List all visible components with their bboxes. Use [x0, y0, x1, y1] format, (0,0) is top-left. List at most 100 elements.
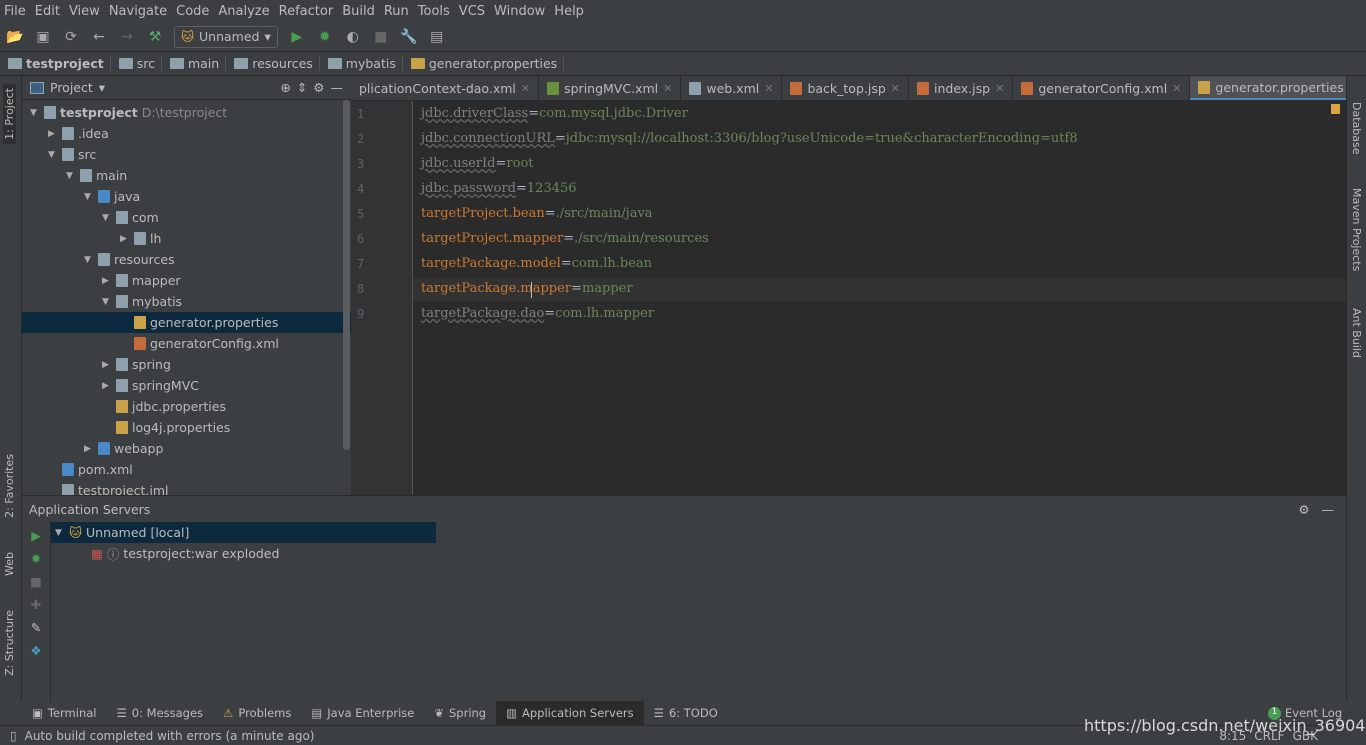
tree-item[interactable]: generator.properties — [22, 312, 351, 333]
tab-application-servers[interactable]: ▥ Application Servers — [496, 701, 644, 725]
tab-maven-projects[interactable]: Maven Projects — [1350, 188, 1363, 271]
hide-icon[interactable]: — — [331, 80, 344, 95]
expand-arrow[interactable]: ▼ — [48, 150, 58, 160]
tab-problems[interactable]: ⚠ Problems — [213, 701, 301, 725]
debug-icon[interactable]: ✹ — [31, 551, 41, 566]
menu-analyze[interactable]: Analyze — [218, 4, 269, 19]
expand-arrow[interactable]: ▼ — [102, 297, 112, 307]
tree-item[interactable]: ▼ testproject D:\testproject — [22, 102, 351, 123]
wrench-icon[interactable]: 🔧 — [400, 28, 418, 46]
tab-database[interactable]: Database — [1350, 102, 1363, 155]
close-icon[interactable]: ✕ — [1172, 82, 1181, 95]
tree-item[interactable]: ▶ mapper — [22, 270, 351, 291]
tab-0-messages[interactable]: ☰ 0: Messages — [106, 701, 213, 725]
server-node[interactable]: ▼ 🐱 Unnamed [local] — [51, 522, 436, 543]
tab-generatorconfig-xml[interactable]: generatorConfig.xml ✕ — [1013, 76, 1191, 100]
hide-icon[interactable]: — — [1322, 502, 1335, 517]
tree-item[interactable]: generatorConfig.xml — [22, 333, 351, 354]
tab-spring[interactable]: ❦ Spring — [424, 701, 496, 725]
breadcrumb-item[interactable]: src — [118, 56, 162, 71]
tree-item[interactable]: pom.xml — [22, 459, 351, 480]
code-line[interactable]: jdbc.connectionURL=jdbc:mysql://localhos… — [421, 131, 1078, 146]
tree-item[interactable]: ▶ springMVC — [22, 375, 351, 396]
expand-arrow[interactable]: ▶ — [102, 360, 112, 370]
save-icon[interactable]: ▣ — [34, 28, 52, 46]
expand-arrow[interactable]: ▼ — [55, 528, 65, 538]
expand-arrow[interactable]: ▼ — [30, 108, 40, 118]
project-structure-icon[interactable]: ▤ — [428, 28, 446, 46]
run-icon[interactable]: ▶ — [31, 528, 41, 543]
deploy-icon[interactable]: ✚ — [31, 597, 41, 612]
scrollbar[interactable] — [343, 100, 350, 450]
breadcrumb-item[interactable]: resources — [234, 56, 320, 71]
expand-arrow[interactable]: ▶ — [84, 444, 94, 454]
tab-6-todo[interactable]: ☰ 6: TODO — [644, 701, 728, 725]
collapse-icon[interactable]: ⇕ — [297, 80, 307, 95]
debug-icon[interactable]: ✹ — [316, 28, 334, 46]
forward-icon[interactable]: → — [118, 28, 136, 46]
status-toggle-icon[interactable]: ▯ — [10, 729, 17, 743]
breadcrumb-item[interactable]: mybatis — [327, 56, 403, 71]
close-icon[interactable]: ✕ — [663, 82, 672, 95]
tree-item[interactable]: ▶ lh — [22, 228, 351, 249]
expand-arrow[interactable]: ▼ — [102, 213, 112, 223]
code-line[interactable]: targetPackage.model=com.lh.bean — [421, 256, 652, 271]
tree-item[interactable]: ▼ main — [22, 165, 351, 186]
code-line[interactable]: jdbc.password=123456 — [421, 181, 577, 196]
expand-arrow[interactable]: ▼ — [66, 171, 76, 181]
chevron-down-icon[interactable]: ▾ — [99, 80, 105, 95]
expand-arrow[interactable]: ▼ — [84, 255, 94, 265]
breadcrumb-item[interactable]: testproject — [8, 56, 111, 71]
tab-generator-properties[interactable]: generator.properties✕ — [1190, 76, 1346, 100]
sync-icon[interactable]: ⟳ — [62, 28, 80, 46]
tab-ant-build[interactable]: Ant Build — [1350, 308, 1363, 358]
expand-arrow[interactable]: ▶ — [120, 234, 130, 244]
tab-springmvc-xml[interactable]: springMVC.xml ✕ — [539, 76, 682, 100]
close-icon[interactable]: ✕ — [521, 82, 530, 95]
close-icon[interactable]: ✕ — [891, 82, 900, 95]
open-icon[interactable]: 📂 — [6, 28, 24, 46]
tab-terminal[interactable]: ▣ Terminal — [22, 701, 106, 725]
tab-plicationcontext-dao-xml[interactable]: plicationContext-dao.xml ✕ — [351, 76, 540, 100]
code-line[interactable]: targetProject.bean=./src/main/java — [421, 206, 653, 221]
expand-arrow[interactable]: ▶ — [48, 129, 58, 139]
tree-item[interactable]: ▼ java — [22, 186, 351, 207]
tab-web[interactable]: Web — [3, 552, 16, 576]
tree-item[interactable]: log4j.properties — [22, 417, 351, 438]
back-icon[interactable]: ← — [90, 28, 108, 46]
gear-icon[interactable]: ⚙ — [313, 80, 324, 95]
tab-structure[interactable]: Z: Structure — [3, 610, 16, 676]
tree-item[interactable]: jdbc.properties — [22, 396, 351, 417]
menu-edit[interactable]: Edit — [35, 4, 60, 19]
tree-item[interactable]: ▼ com — [22, 207, 351, 228]
status-message[interactable]: Auto build completed with errors (a minu… — [25, 729, 315, 743]
menu-file[interactable]: File — [4, 4, 26, 19]
tab-java-enterprise[interactable]: ▤ Java Enterprise — [301, 701, 424, 725]
code-line[interactable]: targetPackage.dao=com.lh.mapper — [421, 306, 654, 321]
tab-index-jsp[interactable]: index.jsp ✕ — [909, 76, 1014, 100]
menu-navigate[interactable]: Navigate — [109, 4, 167, 19]
tree-item[interactable]: ▼ resources — [22, 249, 351, 270]
tree-item[interactable]: ▼ src — [22, 144, 351, 165]
code-line[interactable]: targetPackage.mapper=mapper — [421, 281, 633, 296]
expand-arrow[interactable]: ▼ — [84, 192, 94, 202]
tree-item[interactable]: ▼ mybatis — [22, 291, 351, 312]
tree-item[interactable]: ▶ .idea — [22, 123, 351, 144]
code-line[interactable]: targetProject.mapper=./src/main/resource… — [421, 231, 709, 246]
menu-vcs[interactable]: VCS — [459, 4, 485, 19]
edit-icon[interactable]: ✎ — [31, 620, 41, 635]
stop-icon[interactable]: ■ — [30, 574, 42, 589]
project-view-select[interactable]: Project — [50, 80, 93, 95]
gear-icon[interactable]: ⚙ — [1298, 502, 1309, 517]
menu-help[interactable]: Help — [554, 4, 584, 19]
close-icon[interactable]: ✕ — [764, 82, 773, 95]
tab-project[interactable]: 1: Project — [3, 84, 16, 144]
coverage-icon[interactable]: ◐ — [344, 28, 362, 46]
code-line[interactable]: jdbc.userId=root — [421, 156, 534, 171]
warning-marker[interactable] — [1331, 104, 1340, 114]
run-icon[interactable]: ▶ — [288, 28, 306, 46]
artifact-node[interactable]: ▦ ⓘ testproject:war exploded — [51, 543, 1346, 564]
run-config-select[interactable]: 🐱 Unnamed ▾ — [174, 25, 278, 48]
close-icon[interactable]: ✕ — [995, 82, 1004, 95]
expand-arrow[interactable]: ▶ — [102, 276, 112, 286]
